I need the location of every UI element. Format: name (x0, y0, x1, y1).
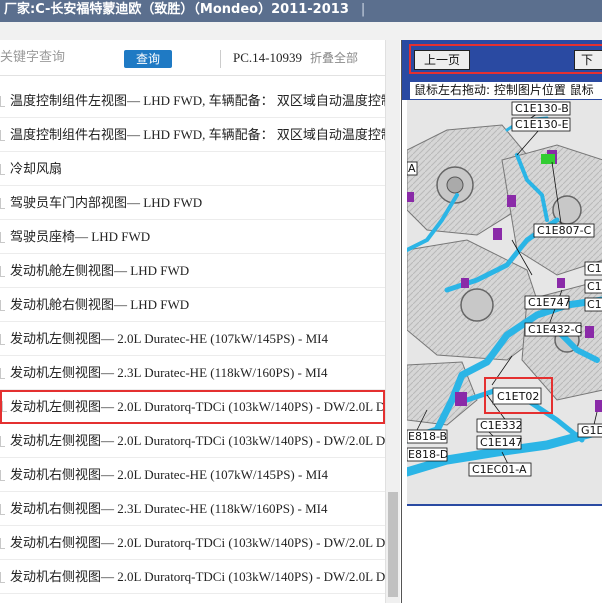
drag-hint: 鼠标左右拖动: 控制图片位置 鼠标 (410, 82, 602, 99)
hint-bar: 鼠标左右拖动: 控制图片位置 鼠标 (402, 80, 602, 100)
list-item[interactable]: 温度控制组件左视图— LHD FWD, 车辆配备： 双区域自动温度控制 (0, 84, 385, 118)
list-item-label: 发动机左侧视图— 2.0L Duratorq-TDCi (103kW/140PS… (10, 399, 385, 414)
toolbar-divider (220, 50, 221, 68)
list-item[interactable]: 发动机左侧视图— 2.0L Duratec-HE (107kW/145PS) -… (0, 322, 385, 356)
tree-branch-icon (0, 538, 5, 549)
tree-branch-icon (0, 368, 5, 379)
callout-c1et02: C1ET02 (497, 390, 539, 403)
list-item[interactable]: 发动机左侧视图— 2.3L Duratec-HE (118kW/160PS) -… (0, 356, 385, 390)
list-item-label: 温度控制组件左视图— LHD FWD, 车辆配备： 双区域自动温度控制 (10, 93, 385, 108)
callout-a: A (408, 162, 416, 175)
window-title-bar: 厂家:C-长安福特蒙迪欧（致胜）（Mondeo）2011-2013 | (0, 0, 602, 22)
list-item[interactable]: 冷却风扇 (0, 152, 385, 186)
callout-c1e130b: C1E130-B (515, 102, 569, 115)
tree-branch-icon (0, 436, 5, 447)
search-bar: 查询 PC.14-10939 折叠全部 (0, 40, 385, 76)
callout-e818b: E818-B (408, 430, 447, 443)
list-item-label: 冷却风扇 (10, 161, 63, 176)
window-title: 厂家:C-长安福特蒙迪欧（致胜）（Mondeo）2011-2013 (4, 2, 349, 17)
tree-branch-icon (0, 232, 5, 243)
list-item-selected[interactable]: 发动机左侧视图— 2.0L Duratorq-TDCi (103kW/140PS… (0, 390, 385, 424)
tree-branch-icon (0, 130, 5, 141)
list-item-label: 发动机右侧视图— 2.3L Duratec-HE (118kW/160PS) -… (10, 501, 328, 516)
title-separator: | (360, 2, 366, 17)
callout-c1-c: C1 (587, 298, 602, 311)
callout-c1-a: C1 (587, 262, 602, 275)
search-input[interactable] (0, 46, 118, 68)
list-item-label: 发动机左侧视图— 2.0L Duratorq-TDCi (103kW/140PS… (10, 433, 385, 448)
tree-branch-icon (0, 198, 5, 209)
callout-c1e130e: C1E130-E (515, 118, 569, 131)
list-item-label: 发动机右侧视图— 2.0L Duratorq-TDCi (103kW/140PS… (10, 569, 385, 584)
callout-c1e432c: C1E432-C (528, 323, 583, 336)
tree-branch-icon (0, 572, 5, 583)
list-item[interactable]: 发动机右侧视图— 2.0L Duratorq-TDCi (103kW/140PS… (0, 560, 385, 594)
callout-c1e747: C1E747 (528, 296, 571, 309)
tree-branch-icon (2, 401, 7, 412)
list-item-label: 驾驶员座椅— LHD FWD (10, 229, 151, 244)
list-item-label: 发动机舱右侧视图— LHD FWD (10, 297, 190, 312)
tree-branch-icon (0, 504, 5, 515)
callout-c1e332: C1E332 (480, 419, 523, 432)
list-item[interactable]: 发动机右侧视图— 2.3L Duratec-HE (118kW/160PS) -… (0, 492, 385, 526)
list-item-label: 发动机左侧视图— 2.3L Duratec-HE (118kW/160PS) -… (10, 365, 328, 380)
tree-branch-icon (0, 300, 5, 311)
list-item-label: 温度控制组件右视图— LHD FWD, 车辆配备： 双区域自动温度控制 (10, 127, 385, 142)
tree-branch-icon (0, 96, 5, 107)
list-item[interactable]: 发动机舱左侧视图— LHD FWD (0, 254, 385, 288)
diagram-viewer: 上一页 下 鼠标左右拖动: 控制图片位置 鼠标 C1E130-B C1E130-… (401, 40, 602, 603)
list-item[interactable]: 发动机左侧视图— 2.0L Duratorq-TDCi (103kW/140PS… (0, 424, 385, 458)
list-item[interactable]: 驾驶员座椅— LHD FWD (0, 220, 385, 254)
tree-branch-icon (0, 164, 5, 175)
list-item[interactable]: 发动机舱右侧视图— LHD FWD (0, 288, 385, 322)
list-item[interactable]: 发动机右侧视图— 2.0L Duratec-HE (107kW/145PS) -… (0, 458, 385, 492)
component-location-list: 温度控制组件左视图— LHD FWD, 车辆配备： 双区域自动温度控制 温度控制组… (0, 84, 385, 603)
toolbar-gap (0, 22, 602, 40)
list-item-label: 发动机右侧视图— 2.0L Duratec-HE (107kW/145PS) -… (10, 467, 328, 482)
callout-e818d: E818-D (408, 448, 448, 461)
callout-g1d: G1D (581, 424, 602, 437)
callout-c1e807c: C1E807-C (537, 224, 592, 237)
list-item-label: 发动机右侧视图— 2.0L Duratorq-TDCi (103kW/140PS… (10, 535, 385, 550)
list-item[interactable]: 温度控制组件右视图— LHD FWD, 车辆配备： 双区域自动温度控制 (0, 118, 385, 152)
tree-branch-icon (0, 334, 5, 345)
callout-c1e147: C1E147 (480, 436, 523, 449)
list-item-label: 发动机左侧视图— 2.0L Duratec-HE (107kW/145PS) -… (10, 331, 328, 346)
viewer-blank-area (402, 506, 602, 603)
tree-branch-icon (0, 470, 5, 481)
next-page-button[interactable]: 下 (574, 50, 602, 70)
scrollbar-thumb[interactable] (388, 492, 398, 597)
engine-diagram[interactable]: C1E130-B C1E130-E A C1E807-C C1 C1 C1 C1… (407, 100, 602, 506)
list-scrollbar[interactable] (385, 40, 400, 603)
query-button[interactable]: 查询 (124, 50, 172, 68)
tree-branch-icon (0, 266, 5, 277)
list-item[interactable]: 驾驶员车门内部视图— LHD FWD (0, 186, 385, 220)
callout-c1-b: C1 (587, 280, 602, 293)
index-panel: 查询 PC.14-10939 折叠全部 温度控制组件左视图— LHD FWD, … (0, 40, 400, 603)
engine-diagram-svg[interactable]: C1E130-B C1E130-E A C1E807-C C1 C1 C1 C1… (407, 100, 602, 506)
collapse-all-link[interactable]: 折叠全部 (310, 49, 358, 66)
viewer-nav-bar: 上一页 下 (402, 40, 602, 80)
list-item-label: 驾驶员车门内部视图— LHD FWD (10, 195, 203, 210)
list-item[interactable]: 发动机右侧视图— 2.0L Duratorq-TDCi (103kW/140PS… (0, 526, 385, 560)
pc-code: PC.14-10939 (233, 50, 302, 65)
prev-page-button[interactable]: 上一页 (414, 50, 470, 70)
callout-c1ec01a: C1EC01-A (472, 463, 527, 476)
list-item-label: 发动机舱左侧视图— LHD FWD (10, 263, 190, 278)
